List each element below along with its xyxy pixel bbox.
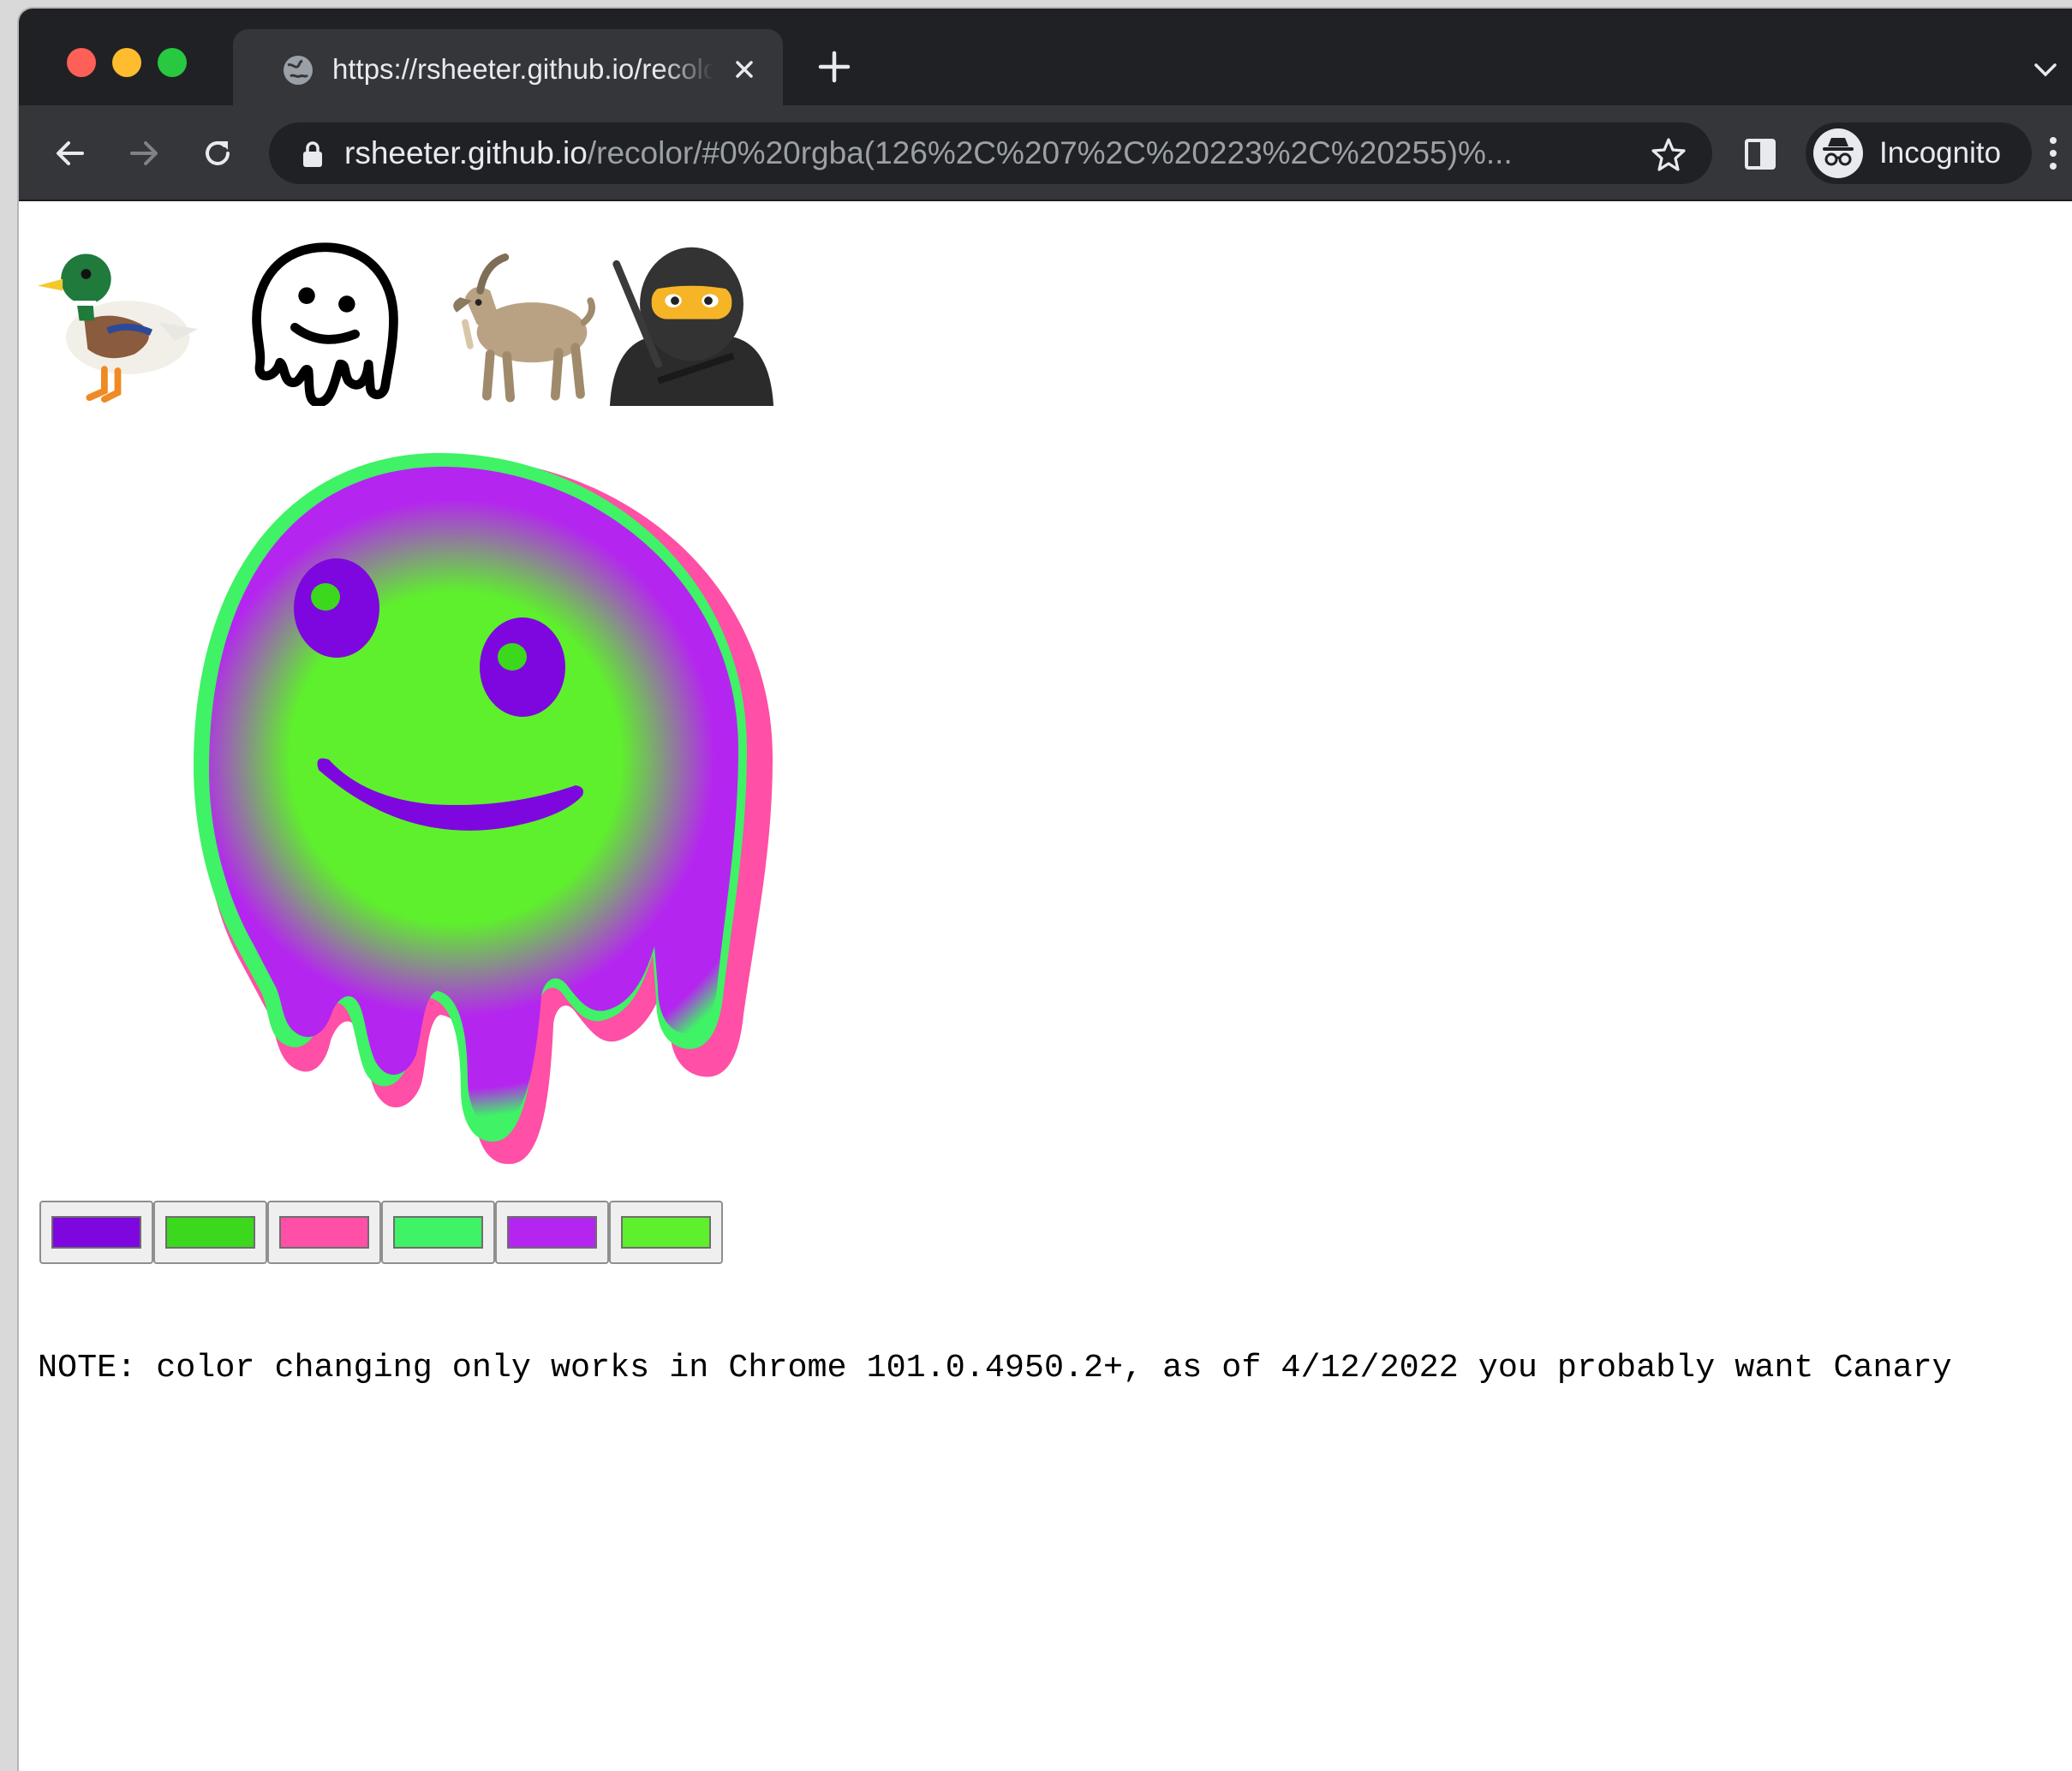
lock-icon[interactable]	[300, 140, 325, 169]
ninja-emoji[interactable]	[608, 239, 775, 406]
tab-title: https://rsheeter.github.io/recolor/#0%20…	[332, 53, 714, 85]
window-close-button[interactable]	[67, 48, 96, 77]
palette-swatch-button[interactable]	[609, 1201, 723, 1264]
back-arrow-icon[interactable]	[51, 134, 89, 172]
globe-icon	[284, 56, 313, 85]
window-minimize-button[interactable]	[112, 48, 141, 77]
forward-arrow-icon[interactable]	[125, 134, 163, 172]
more-menu-icon[interactable]	[2046, 134, 2060, 172]
close-icon[interactable]	[730, 55, 759, 84]
palette-swatches	[39, 1201, 723, 1264]
melting-face-emoji	[194, 453, 773, 1165]
plus-icon[interactable]	[817, 50, 851, 84]
incognito-profile-button[interactable]: Incognito	[1806, 122, 2032, 184]
url-text[interactable]: rsheeter.github.io/recolor/#0%20rgba(126…	[344, 122, 1561, 184]
bookmark-star-icon[interactable]	[1651, 136, 1687, 172]
palette-swatch-color	[165, 1216, 255, 1249]
palette-swatch-button[interactable]	[381, 1201, 495, 1264]
palette-swatch-button[interactable]	[39, 1201, 153, 1264]
window-maximize-button[interactable]	[158, 48, 187, 77]
chevron-down-icon[interactable]	[2031, 60, 2060, 80]
palette-swatch-color	[621, 1216, 711, 1249]
address-bar[interactable]: rsheeter.github.io/recolor/#0%20rgba(126…	[269, 122, 1712, 184]
toolbar: rsheeter.github.io/recolor/#0%20rgba(126…	[19, 105, 2072, 201]
palette-swatch-button[interactable]	[495, 1201, 609, 1264]
side-panel-icon[interactable]	[1744, 138, 1776, 170]
incognito-icon	[1813, 128, 1863, 178]
reload-icon[interactable]	[199, 134, 236, 172]
compatibility-note: NOTE: color changing only works in Chrom…	[38, 1349, 1952, 1386]
duck-emoji[interactable]	[34, 239, 201, 406]
tab-strip: https://rsheeter.github.io/recolor/#0%20…	[19, 9, 2072, 105]
palette-swatch-button[interactable]	[267, 1201, 381, 1264]
palette-swatch-color	[51, 1216, 141, 1249]
incognito-label: Incognito	[1879, 136, 2002, 170]
url-host: rsheeter.github.io	[344, 135, 588, 170]
page-content: NOTE: color changing only works in Chrom…	[19, 201, 2072, 1771]
goat-emoji[interactable]	[432, 239, 599, 406]
melting-face-outline-emoji[interactable]	[242, 239, 409, 406]
palette-swatch-color	[279, 1216, 369, 1249]
palette-swatch-button[interactable]	[153, 1201, 267, 1264]
tab-active[interactable]: https://rsheeter.github.io/recolor/#0%20…	[233, 29, 783, 105]
palette-swatch-color	[393, 1216, 483, 1249]
url-path: /recolor/#0%20rgba(126%2C%207%2C%20223%2…	[587, 135, 1513, 170]
browser-window: https://rsheeter.github.io/recolor/#0%20…	[19, 9, 2072, 1771]
palette-swatch-color	[507, 1216, 597, 1249]
